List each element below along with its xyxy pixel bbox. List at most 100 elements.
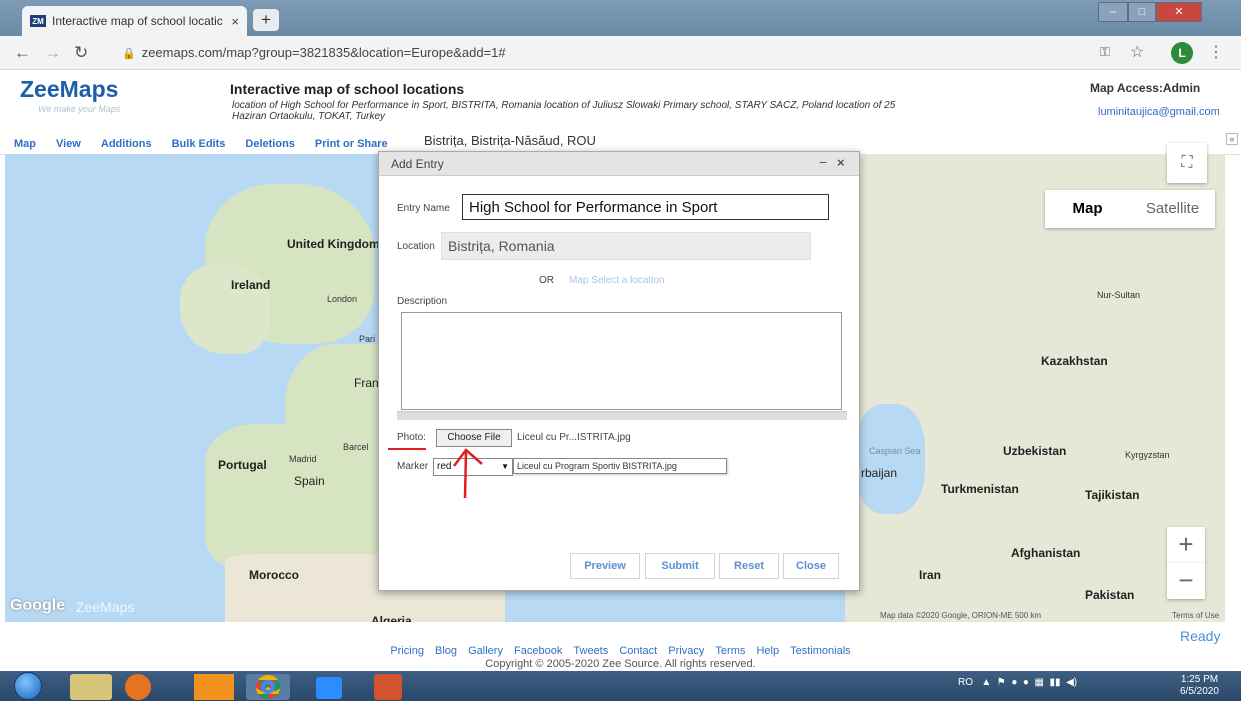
map-label-algeria: Algeria — [371, 614, 412, 622]
minimize-window-button[interactable]: – — [1098, 2, 1128, 22]
footer-link-privacy[interactable]: Privacy — [668, 645, 704, 657]
menu-item-deletions[interactable]: Deletions — [245, 138, 295, 150]
fullscreen-icon[interactable]: ⛶ — [1167, 143, 1207, 183]
footer-link-blog[interactable]: Blog — [435, 645, 457, 657]
access-level: Map Access:Admin — [1090, 81, 1201, 95]
map-label-uk: United Kingdom — [287, 237, 380, 251]
annotation-underline — [388, 448, 426, 450]
preview-button[interactable]: Preview — [570, 553, 640, 579]
footer-link-gallery[interactable]: Gallery — [468, 645, 503, 657]
forward-arrow-icon[interactable]: → — [44, 43, 61, 63]
reload-icon[interactable]: ↻ — [74, 43, 88, 63]
language-indicator[interactable]: RO — [958, 677, 973, 688]
url-field[interactable]: 🔒 zeemaps.com/map?group=3821835&location=… — [122, 40, 1122, 66]
chrome-taskbar-icon[interactable] — [246, 674, 290, 700]
taskbar-clock[interactable]: 1:25 PM 6/5/2020 — [1180, 674, 1219, 698]
terms-of-use-link[interactable]: Terms of Use — [1172, 611, 1219, 620]
clock-date: 6/5/2020 — [1180, 686, 1219, 697]
tab-title: Interactive map of school locatic — [52, 14, 223, 28]
collapse-panel-icon[interactable]: « — [1226, 133, 1238, 145]
location-input[interactable] — [441, 232, 811, 260]
zeemaps-logo[interactable]: ZeeMaps — [20, 76, 118, 103]
profile-avatar[interactable]: L — [1171, 42, 1193, 64]
copyright: Copyright © 2005-2020 Zee Source. All ri… — [485, 658, 756, 670]
taskbar-app-icon[interactable] — [194, 674, 234, 700]
windows-start-icon[interactable] — [14, 672, 42, 700]
footer-link-help[interactable]: Help — [756, 645, 779, 657]
system-tray[interactable]: RO ▲ ⚑ ● ● ▦ ▮▮ ◀) — [958, 677, 1077, 688]
photo-label: Photo: — [397, 432, 426, 443]
zoom-out-button[interactable]: − — [1167, 563, 1205, 599]
dialog-minimize-icon[interactable]: − — [819, 154, 827, 170]
add-entry-dialog: Add Entry − × Entry Name Location OR Map… — [378, 151, 860, 591]
new-tab-button[interactable]: + — [253, 9, 279, 31]
map-description: location of High School for Performance … — [232, 100, 896, 122]
status-ready: Ready — [1180, 628, 1221, 644]
footer-link-facebook[interactable]: Facebook — [514, 645, 562, 657]
dialog-close-icon[interactable]: × — [837, 155, 845, 170]
footer-link-testimonials[interactable]: Testimonials — [790, 645, 851, 657]
firefox-icon[interactable] — [125, 674, 151, 700]
footer-link-tweets[interactable]: Tweets — [573, 645, 608, 657]
map-label-kazakhstan: Kazakhstan — [1041, 354, 1108, 368]
map-label-spain: Spain — [294, 474, 325, 488]
chevron-down-icon: ▼ — [501, 462, 509, 471]
tagline: We make your Maps — [38, 104, 121, 114]
description-label: Description — [397, 296, 448, 307]
map-label-azerbaijan: rbaijan — [861, 466, 898, 480]
map-label-nur-sultan: Nur-Sultan — [1097, 290, 1141, 300]
description-resize-handle[interactable] — [397, 411, 847, 420]
menu-item-view[interactable]: View — [56, 138, 81, 150]
map-type-control: Map Satellite — [1045, 190, 1215, 228]
marker-label: Marker — [397, 461, 429, 472]
menu-item-print-share[interactable]: Print or Share — [315, 138, 388, 150]
file-explorer-icon[interactable] — [70, 674, 112, 700]
map-label-turkmenistan: Turkmenistan — [941, 482, 1019, 496]
page-title: Interactive map of school locations — [230, 81, 465, 97]
zoom-in-button[interactable]: + — [1167, 527, 1205, 563]
footer-link-contact[interactable]: Contact — [619, 645, 657, 657]
submit-button[interactable]: Submit — [645, 553, 715, 579]
map-label-uzbekistan: Uzbekistan — [1003, 444, 1067, 458]
map-label-afghanistan: Afghanistan — [1011, 546, 1081, 560]
close-button[interactable]: Close — [783, 553, 839, 579]
dialog-title: Add Entry — [391, 157, 444, 171]
back-arrow-icon[interactable]: ← — [14, 43, 31, 63]
reset-button[interactable]: Reset — [719, 553, 779, 579]
map-label-barcelona: Barcel — [343, 442, 369, 452]
map-label-pakistan: Pakistan — [1085, 588, 1135, 602]
browser-tab[interactable]: ZM Interactive map of school locatic × — [22, 6, 247, 36]
footer-links: Pricing Blog Gallery Facebook Tweets Con… — [0, 645, 1241, 657]
description-textarea[interactable] — [401, 312, 842, 410]
footer-link-pricing[interactable]: Pricing — [390, 645, 424, 657]
menu-item-additions[interactable]: Additions — [101, 138, 152, 150]
tray-icons: ▲ ⚑ ● ● ▦ ▮▮ ◀) — [975, 677, 1078, 688]
key-icon[interactable]: ⚿ — [1100, 44, 1110, 60]
map-type-map-button[interactable]: Map — [1045, 190, 1130, 228]
user-email-link[interactable]: luminitaujica@gmail.com — [1098, 106, 1220, 118]
bookmark-star-icon[interactable]: ☆ — [1130, 42, 1144, 62]
map-attribution: Map data ©2020 Google, ORION-ME 500 km — [880, 611, 1042, 620]
or-separator: OR — [539, 275, 554, 286]
dialog-header[interactable] — [379, 152, 859, 176]
powerpoint-icon[interactable] — [374, 674, 402, 700]
menu-item-map[interactable]: Map — [14, 138, 36, 150]
map-label-tajikistan: Tajikistan — [1085, 488, 1140, 502]
browser-menu-icon[interactable]: ⋮ — [1208, 42, 1224, 62]
zoom-icon[interactable] — [316, 677, 342, 699]
map-type-satellite-button[interactable]: Satellite — [1130, 190, 1215, 228]
tab-close-icon[interactable]: × — [231, 14, 239, 29]
close-window-button[interactable]: ✕ — [1156, 2, 1202, 22]
map-label-france: Fran — [354, 376, 379, 390]
maximize-window-button[interactable]: □ — [1128, 2, 1156, 22]
map-label-paris: Pari — [359, 334, 376, 344]
menu-item-bulk-edits[interactable]: Bulk Edits — [172, 138, 226, 150]
footer-link-terms[interactable]: Terms — [715, 645, 745, 657]
map-select-location-link[interactable]: Map Select a location — [569, 275, 665, 286]
map-caspian-sea — [855, 404, 925, 514]
entry-name-input[interactable] — [462, 194, 829, 220]
google-logo: Google — [10, 597, 66, 614]
selected-file-name: Liceul cu Pr...ISTRITA.jpg — [517, 432, 631, 443]
location-label: Location — [397, 241, 435, 252]
map-label-morocco: Morocco — [249, 568, 300, 582]
